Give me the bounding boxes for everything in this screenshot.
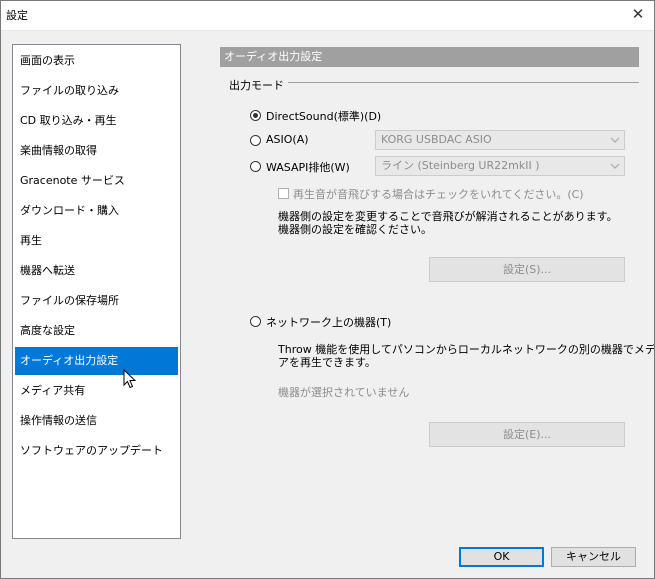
network-label[interactable]: ネットワーク上の機器(T)	[266, 314, 391, 330]
network-radio[interactable]	[250, 316, 261, 327]
sidebar-item-track-info[interactable]: 楽曲情報の取得	[15, 137, 178, 165]
sidebar-item-gracenote[interactable]: Gracenote サービス	[15, 167, 178, 195]
mouse-cursor-icon	[123, 369, 137, 389]
sidebar-item-display[interactable]: 画面の表示	[15, 47, 178, 75]
skip-check-label[interactable]: 再生音が音飛びする場合はチェックをいれてください。(C)	[293, 186, 584, 202]
window-title: 設定	[6, 9, 28, 22]
asio-label[interactable]: ASIO(A)	[266, 133, 309, 146]
sidebar-item-audio-output[interactable]: オーディオ出力設定	[15, 347, 178, 375]
wasapi-label[interactable]: WASAPI排他(W)	[266, 159, 350, 175]
sidebar-item-playback[interactable]: 再生	[15, 227, 178, 255]
sidebar-item-file-import[interactable]: ファイルの取り込み	[15, 77, 178, 105]
wasapi-device-select[interactable]: ライン (Steinberg UR22mkII )	[375, 156, 625, 176]
chevron-down-icon	[610, 137, 620, 143]
wasapi-radio[interactable]	[250, 161, 261, 172]
ok-button[interactable]: OK	[459, 547, 544, 567]
directsound-radio[interactable]	[250, 110, 261, 121]
title-bar: 設定 ✕	[0, 0, 655, 31]
no-device-status: 機器が選択されていません	[278, 386, 410, 399]
note-line-2: 機器側の設定を確認ください。	[278, 223, 432, 236]
category-list[interactable]: 画面の表示 ファイルの取り込み CD 取り込み・再生 楽曲情報の取得 Grace…	[12, 44, 181, 539]
settings-s-button[interactable]: 設定(S)...	[429, 257, 625, 282]
sidebar-item-save-location[interactable]: ファイルの保存場所	[15, 287, 178, 315]
asio-device-select[interactable]: KORG USBDAC ASIO	[375, 130, 625, 150]
wasapi-device-value: ライン (Steinberg UR22mkII )	[381, 159, 540, 172]
directsound-label[interactable]: DirectSound(標準)(D)	[266, 108, 381, 124]
sidebar-item-cd-import-play[interactable]: CD 取り込み・再生	[15, 107, 178, 135]
sidebar-item-software-update[interactable]: ソフトウェアのアップデート	[15, 437, 178, 465]
close-icon[interactable]: ✕	[627, 3, 649, 25]
group-divider	[288, 82, 639, 83]
asio-radio[interactable]	[250, 135, 261, 146]
output-mode-group-label: 出力モード	[229, 79, 284, 92]
cancel-button[interactable]: キャンセル	[551, 547, 636, 567]
section-header: オーディオ出力設定	[220, 47, 639, 67]
settings-e-button[interactable]: 設定(E)...	[429, 422, 625, 447]
skip-check-checkbox[interactable]	[278, 188, 289, 199]
sidebar-item-device-transfer[interactable]: 機器へ転送	[15, 257, 178, 285]
sidebar-item-download-purchase[interactable]: ダウンロード・購入	[15, 197, 178, 225]
sidebar-item-usage-info[interactable]: 操作情報の送信	[15, 407, 178, 435]
network-desc-line-2: アを再生できます。	[278, 356, 376, 369]
asio-device-value: KORG USBDAC ASIO	[381, 133, 492, 146]
chevron-down-icon	[610, 163, 620, 169]
sidebar-item-media-sharing[interactable]: メディア共有	[15, 377, 178, 405]
sidebar-item-advanced[interactable]: 高度な設定	[15, 317, 178, 345]
